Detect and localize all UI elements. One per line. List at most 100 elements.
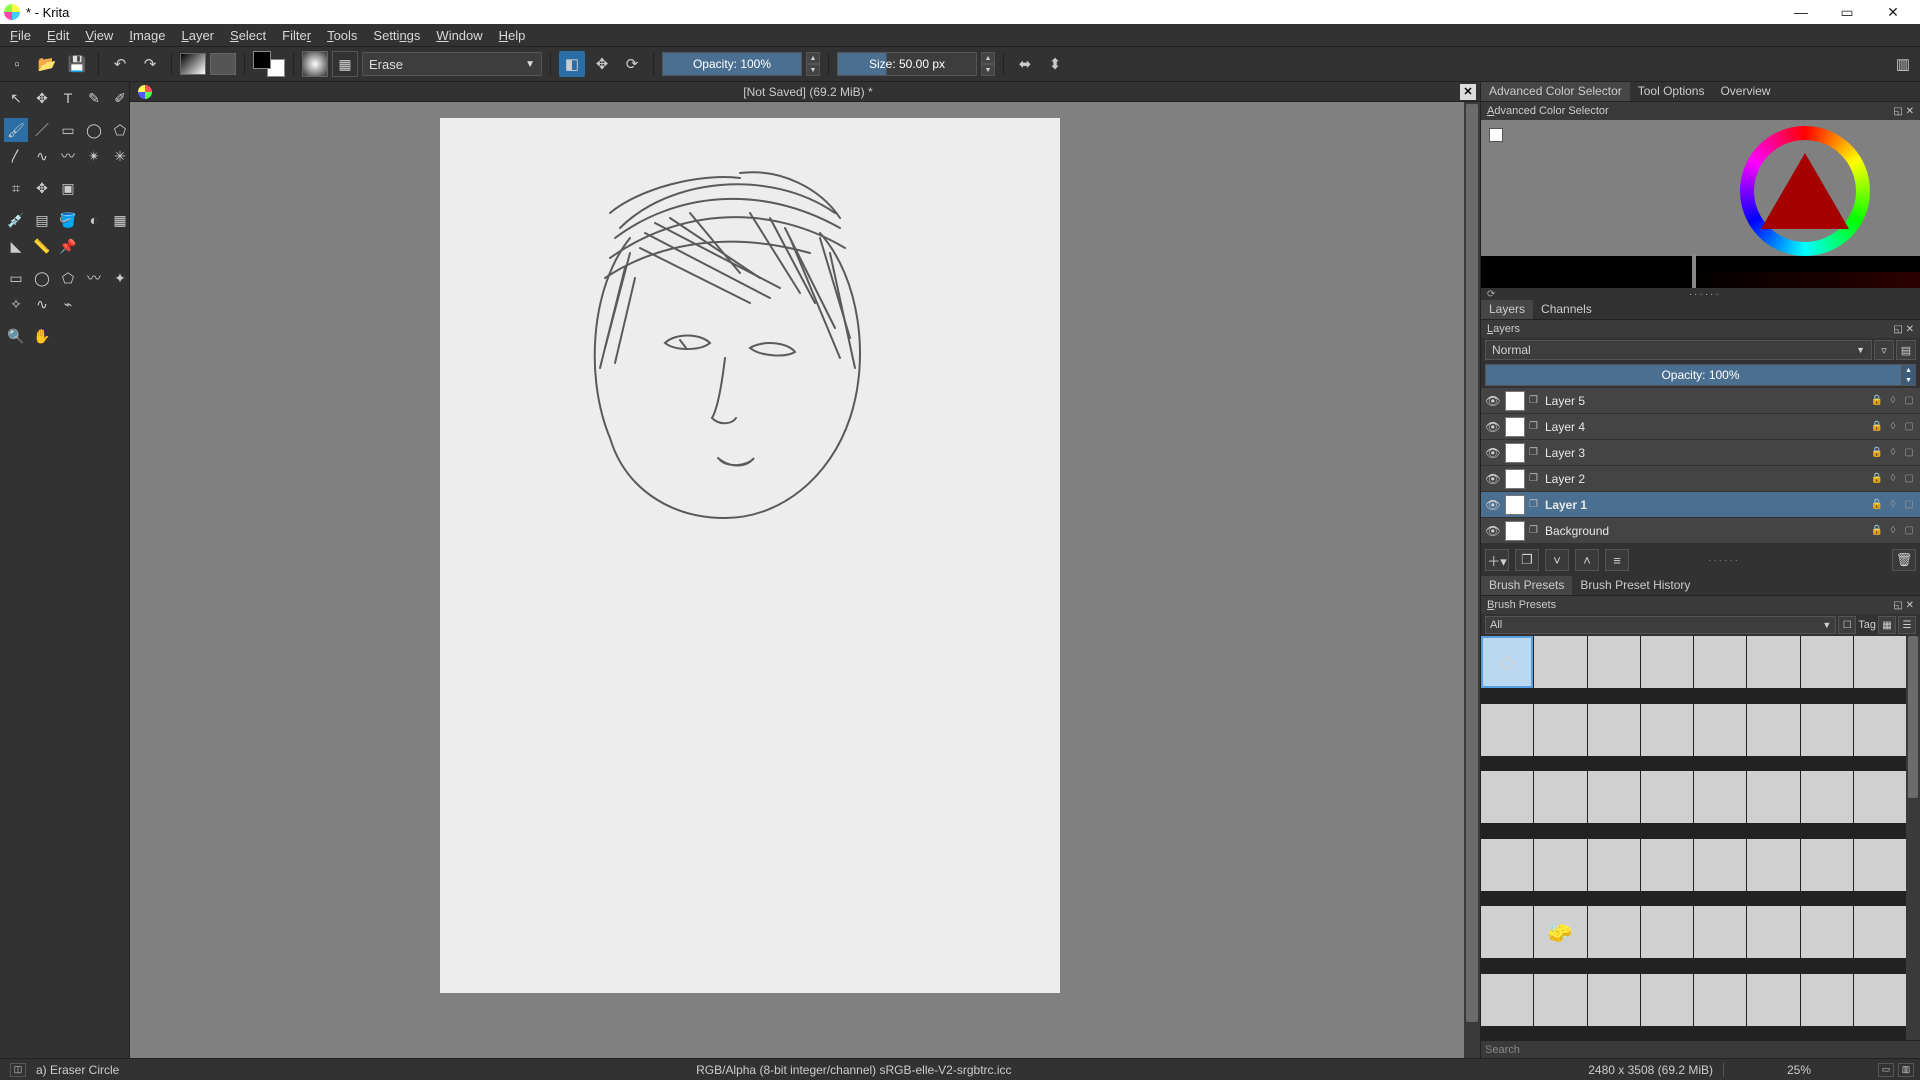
- save-file-button[interactable]: 💾: [64, 51, 90, 77]
- layer-lock-icons[interactable]: 🔒◊▢: [1870, 421, 1916, 432]
- new-file-button[interactable]: ▫: [4, 51, 30, 77]
- tool-pan[interactable]: ✋: [30, 324, 54, 348]
- status-zoom[interactable]: 25%: [1724, 1063, 1874, 1077]
- gradient-swatch[interactable]: [180, 53, 206, 75]
- brush-preset-cell[interactable]: 🖊: [1534, 771, 1586, 823]
- brush-preset-swatch[interactable]: [302, 51, 328, 77]
- tool-dyna[interactable]: ✴: [82, 144, 106, 168]
- tool-select-free[interactable]: 〰: [82, 266, 106, 290]
- brush-preset-cell[interactable]: 🖌: [1747, 839, 1799, 891]
- brush-preset-cell[interactable]: ↻: [1481, 771, 1533, 823]
- brush-preset-cell[interactable]: 🖌: [1588, 906, 1640, 958]
- layer-lock-icons[interactable]: 🔒◊▢: [1870, 447, 1916, 458]
- brush-preset-cell[interactable]: ✏: [1854, 704, 1906, 756]
- brush-preset-cell[interactable]: 🖊: [1694, 771, 1746, 823]
- menu-view[interactable]: View: [77, 26, 121, 45]
- brush-editor-button[interactable]: ▦: [332, 51, 358, 77]
- brush-preset-cell[interactable]: 〰: [1854, 636, 1906, 688]
- mirror-vertical-button[interactable]: ⬍: [1042, 51, 1068, 77]
- menu-image[interactable]: Image: [121, 26, 173, 45]
- tool-edit-shapes[interactable]: ✐: [108, 86, 132, 110]
- tool-color-picker[interactable]: 💉: [4, 208, 28, 232]
- alpha-lock-button[interactable]: ✥: [589, 51, 615, 77]
- brush-preset-cell[interactable]: 🖌: [1747, 906, 1799, 958]
- tool-calligraphy[interactable]: ✎: [82, 86, 106, 110]
- menu-select[interactable]: Select: [222, 26, 274, 45]
- visibility-icon[interactable]: 👁: [1485, 446, 1501, 460]
- brush-preset-cell[interactable]: 🖌: [1694, 839, 1746, 891]
- document-tab-label[interactable]: [Not Saved] (69.2 MiB) *: [156, 85, 1460, 99]
- brush-preset-cell[interactable]: 🖌: [1694, 906, 1746, 958]
- brush-preset-cell[interactable]: ⌫: [1641, 636, 1693, 688]
- canvas-page[interactable]: [440, 118, 1060, 993]
- brush-preset-cell[interactable]: 〰: [1588, 839, 1640, 891]
- tab-layers[interactable]: Layers: [1481, 300, 1533, 319]
- brush-tag-toggle[interactable]: ☐: [1838, 616, 1856, 634]
- brush-preset-cell[interactable]: ▬: [1534, 974, 1586, 1026]
- tab-channels[interactable]: Channels: [1533, 300, 1600, 319]
- layer-row[interactable]: 👁❐Layer 1🔒◊▢: [1481, 492, 1920, 518]
- visibility-icon[interactable]: 👁: [1485, 524, 1501, 538]
- brush-preset-cell[interactable]: ↻: [1481, 839, 1533, 891]
- tool-ellipse[interactable]: ◯: [82, 118, 106, 142]
- brush-preset-cell[interactable]: ✏: [1481, 704, 1533, 756]
- layers-undock-icon[interactable]: ◱ ✕: [1893, 324, 1914, 335]
- layer-name[interactable]: Layer 5: [1545, 394, 1866, 408]
- menu-layer[interactable]: Layer: [173, 26, 222, 45]
- color-selector-body[interactable]: ⟳······: [1481, 120, 1920, 300]
- brush-preset-cell[interactable]: 〰: [1747, 636, 1799, 688]
- tab-brush-presets[interactable]: Brush Presets: [1481, 576, 1572, 595]
- brush-preset-cell[interactable]: ✎: [1801, 974, 1853, 1026]
- status-selection-icon[interactable]: ◫: [10, 1063, 26, 1077]
- brush-tag-filter[interactable]: All ▼: [1485, 616, 1836, 634]
- brush-preset-cell[interactable]: 🖌: [1854, 906, 1906, 958]
- brush-preset-cell[interactable]: ✏: [1801, 704, 1853, 756]
- brush-preset-cell[interactable]: ✏: [1588, 704, 1640, 756]
- brush-preset-cell[interactable]: ✏: [1694, 704, 1746, 756]
- add-layer-button[interactable]: ＋▾: [1485, 549, 1509, 571]
- brush-preset-cell[interactable]: 🖊: [1747, 771, 1799, 823]
- tool-freehand-path[interactable]: 〰: [56, 144, 80, 168]
- brush-preset-cell[interactable]: 〰: [1534, 839, 1586, 891]
- layer-lock-icons[interactable]: 🔒◊▢: [1870, 473, 1916, 484]
- layer-row[interactable]: 👁❐Layer 3🔒◊▢: [1481, 440, 1920, 466]
- brush-preset-cell[interactable]: ✏: [1534, 704, 1586, 756]
- tool-move[interactable]: ✥: [30, 86, 54, 110]
- layer-row[interactable]: 👁❐Layer 4🔒◊▢: [1481, 414, 1920, 440]
- layer-properties-button[interactable]: ≡: [1605, 549, 1629, 571]
- tool-polygon[interactable]: ⬠: [108, 118, 132, 142]
- brush-preset-cell[interactable]: 🖌: [1801, 906, 1853, 958]
- brush-preset-cell[interactable]: ✎: [1588, 974, 1640, 1026]
- tool-gradient[interactable]: ◐: [82, 208, 106, 232]
- brush-preset-cell[interactable]: 🖌: [1854, 839, 1906, 891]
- eraser-mode-button[interactable]: ◧: [559, 51, 585, 77]
- brush-preset-cell[interactable]: ✎: [1694, 974, 1746, 1026]
- refresh-icon[interactable]: ⟳: [1487, 289, 1495, 300]
- value-strip[interactable]: [1481, 256, 1920, 272]
- tool-freehand-brush[interactable]: 🖌: [4, 118, 28, 142]
- document-close-button[interactable]: ✕: [1460, 84, 1476, 100]
- close-button[interactable]: ✕: [1870, 0, 1916, 24]
- layer-name[interactable]: Layer 1: [1545, 498, 1866, 512]
- menu-settings[interactable]: Settings: [365, 26, 428, 45]
- tool-transform[interactable]: ↖: [4, 86, 28, 110]
- menu-help[interactable]: Help: [491, 26, 534, 45]
- undo-button[interactable]: ↶: [107, 51, 133, 77]
- fg-color-swatch[interactable]: [253, 51, 271, 69]
- tool-assistant[interactable]: ◣: [4, 234, 28, 258]
- menu-window[interactable]: Window: [428, 26, 490, 45]
- pattern-swatch[interactable]: [210, 53, 236, 75]
- reload-preset-button[interactable]: ⟳: [619, 51, 645, 77]
- brush-preset-cell[interactable]: ↻: [1481, 974, 1533, 1026]
- tool-bezier[interactable]: ∿: [30, 144, 54, 168]
- tool-zoom[interactable]: 🔍: [4, 324, 28, 348]
- brush-preset-cell[interactable]: 🖊: [1641, 771, 1693, 823]
- layer-name[interactable]: Layer 3: [1545, 446, 1866, 460]
- brush-preset-cell[interactable]: 〰: [1694, 636, 1746, 688]
- visibility-icon[interactable]: 👁: [1485, 394, 1501, 408]
- layer-row[interactable]: 👁❐Layer 2🔒◊▢: [1481, 466, 1920, 492]
- opacity-slider[interactable]: Opacity: 100%: [662, 52, 802, 76]
- tool-measure[interactable]: 📏: [30, 234, 54, 258]
- opacity-spin[interactable]: ▲▼: [806, 52, 820, 76]
- brush-preset-cell[interactable]: 🖌: [1641, 839, 1693, 891]
